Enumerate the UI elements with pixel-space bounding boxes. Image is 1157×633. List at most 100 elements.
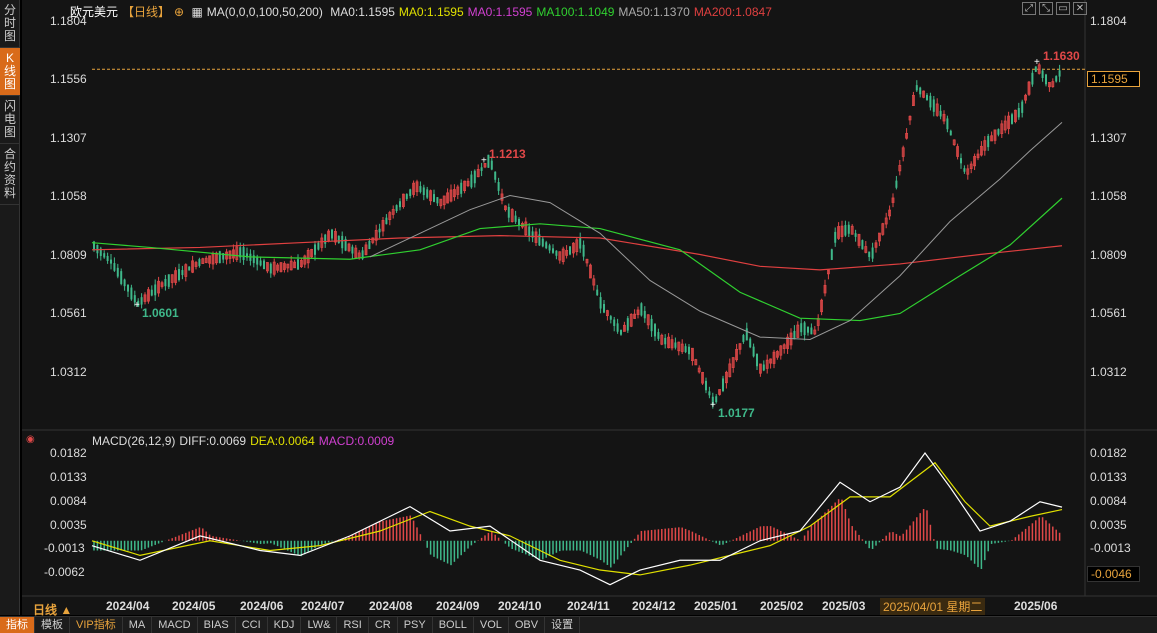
candle-body <box>426 189 429 198</box>
candle-body <box>1021 101 1024 113</box>
candle-body <box>620 330 622 335</box>
candle-body <box>582 244 585 257</box>
candle-body <box>1017 108 1020 118</box>
candle-body <box>514 215 517 222</box>
candle-body <box>742 335 745 342</box>
price-axis-right-label: 1.1307 <box>1090 131 1127 145</box>
indicator-tab[interactable]: BOLL <box>433 617 474 633</box>
close-icon[interactable]: ✕ <box>1073 2 1087 15</box>
date-axis-label: 2025/02 <box>760 599 804 613</box>
candle-body <box>324 234 327 244</box>
indicator-tab[interactable]: CCI <box>236 617 268 633</box>
candle-body <box>609 316 612 320</box>
candle-body <box>436 197 439 204</box>
candle-body <box>399 201 401 208</box>
indicator-tab[interactable]: MA <box>123 617 153 633</box>
candle-body <box>256 257 259 265</box>
indicator-tab[interactable]: KDJ <box>268 617 302 633</box>
candle-body <box>178 269 180 281</box>
indicator-tab[interactable]: 模板 <box>35 617 70 633</box>
candle-body <box>110 259 112 264</box>
candle-body <box>626 318 629 331</box>
macd-value: MACD:0.0009 <box>318 434 395 448</box>
indicator-tab[interactable]: VIP指标 <box>70 617 123 633</box>
candle-body <box>188 266 191 271</box>
ma-params: MA(0,0,0,100,50,200) <box>206 5 323 19</box>
candle-body <box>351 246 354 254</box>
date-axis-label: 2025/01 <box>694 599 738 613</box>
indicator-tab[interactable]: 指标 <box>0 617 35 633</box>
candle-body <box>331 229 333 239</box>
candle-body <box>722 378 724 392</box>
candle-body <box>939 110 942 117</box>
indicator-tab[interactable]: CR <box>369 617 398 633</box>
indicator-tab[interactable]: BIAS <box>198 617 236 633</box>
candle-body <box>490 160 493 170</box>
date-axis-label: 2024/07 <box>301 599 345 613</box>
date-axis-label: 2024/10 <box>498 599 542 613</box>
restore-icon[interactable]: ▭ <box>1056 2 1070 15</box>
candle-body <box>861 240 864 250</box>
indicator-tab[interactable]: RSI <box>337 617 369 633</box>
candle-body <box>473 170 476 184</box>
candle-body <box>419 186 422 192</box>
candle-body <box>613 319 616 326</box>
candle-body <box>688 346 690 355</box>
low-left-label: 1.0601 <box>142 306 179 320</box>
price-axis-right-label: 1.0312 <box>1090 365 1127 379</box>
candle-body <box>480 167 483 171</box>
candle-body <box>422 187 425 196</box>
indicator-tab[interactable]: MACD <box>152 617 198 633</box>
ma-value-5: MA200:1.0847 <box>693 5 772 19</box>
price-axis-left-label: 1.1307 <box>50 131 87 145</box>
macd-header: MACD(26,12,9) DIFF:0.0069 DEA:0.0064 MACD:0… <box>92 434 398 448</box>
macd-axis-left-label: -0.0013 <box>44 541 85 555</box>
indicator-tab[interactable]: VOL <box>474 617 509 633</box>
candle-body <box>929 95 932 108</box>
expand-icon[interactable]: ⤢ <box>1022 2 1036 15</box>
candle-body <box>643 310 646 319</box>
ma-value-0: MA0:1.1595 <box>330 5 395 19</box>
price-axis-left-label: 1.1058 <box>50 189 87 203</box>
indicator-tab[interactable]: PSY <box>398 617 433 633</box>
candle-body <box>127 284 129 292</box>
candle-body <box>664 337 667 345</box>
indicator-tab[interactable]: LW& <box>301 617 338 633</box>
candle-body <box>103 253 106 258</box>
indicator-tab[interactable]: OBV <box>509 617 546 633</box>
candle-body <box>749 338 752 348</box>
candle-body <box>198 259 201 266</box>
macd-axis-left-label: 0.0035 <box>50 518 87 532</box>
indicator-bar: 指标 模板 VIP指标 MA MACD BIAS CCI KDJ LW& RSI CR PSY BOLL… <box>0 616 1157 633</box>
candle-body <box>926 94 928 101</box>
indicator-tab[interactable]: 设置 <box>545 617 581 633</box>
price-axis-right-label: 1.1058 <box>1090 189 1127 203</box>
candle-body <box>123 279 126 287</box>
candle-body <box>650 318 653 332</box>
price-axis-left-label: 1.0312 <box>50 365 87 379</box>
plus-circle-icon[interactable]: ⊕ <box>174 5 184 19</box>
ma-params-icon[interactable]: ▦ <box>191 5 202 19</box>
candle-body <box>541 238 544 247</box>
date-axis-label: 2025/03 <box>822 599 866 613</box>
candle-body <box>949 130 952 136</box>
shrink-icon[interactable]: ⤡ <box>1039 2 1053 15</box>
ma-value-3: MA100:1.1049 <box>536 5 615 19</box>
candle-body <box>834 231 837 243</box>
high-marker: + <box>1034 57 1040 68</box>
candle-body <box>657 332 660 339</box>
candle-body <box>433 194 435 202</box>
candle-body <box>1058 70 1061 77</box>
macd-diff: DIFF:0.0069 <box>179 434 247 448</box>
date-axis-label: 2024/08 <box>369 599 413 613</box>
candle-body <box>919 87 922 95</box>
period-label[interactable]: 【日线】 <box>122 5 170 19</box>
candle-body <box>915 85 918 91</box>
candle-body <box>120 271 123 284</box>
candle-body <box>1011 114 1013 124</box>
candle-body <box>494 171 497 180</box>
candle-body <box>871 247 874 259</box>
macd-settings-icon[interactable]: ◉ <box>26 434 35 445</box>
candle-body <box>963 168 966 172</box>
candle-body <box>242 247 245 261</box>
